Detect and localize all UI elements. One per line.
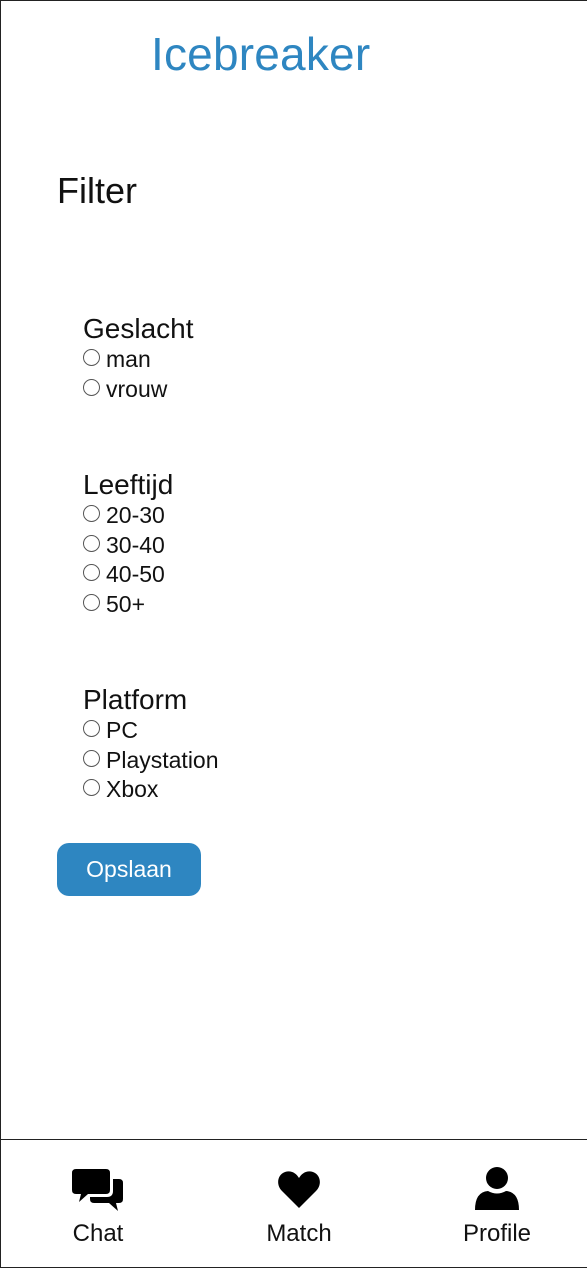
radio-label: 30-40 [106, 531, 165, 558]
radio-label: Playstation [106, 746, 219, 773]
filter-group-age: Leeftijd 20-30 30-40 40-50 50+ [83, 469, 173, 619]
nav-label-profile: Profile [462, 1220, 532, 1247]
bottom-nav: Chat Match Profile [1, 1139, 587, 1267]
page-title: Filter [57, 170, 137, 211]
radio-label: 50+ [106, 590, 146, 617]
radio-option-20-30[interactable]: 20-30 [83, 501, 173, 531]
radio-button[interactable] [83, 720, 100, 738]
radio-option-man[interactable]: man [83, 345, 194, 375]
radio-label: man [106, 346, 151, 373]
radio-option-50-plus[interactable]: 50+ [83, 590, 173, 620]
radio-option-playstation[interactable]: Playstation [83, 746, 219, 776]
radio-button[interactable] [83, 749, 100, 767]
radio-button[interactable] [83, 779, 100, 797]
app-frame: Icebreaker Filter Geslacht man vrouw Lee… [0, 0, 587, 1268]
radio-button[interactable] [83, 564, 100, 582]
radio-button[interactable] [83, 349, 100, 367]
user-icon [427, 1166, 567, 1214]
radio-label: 20-30 [106, 502, 165, 529]
radio-option-pc[interactable]: PC [83, 716, 219, 746]
nav-item-profile[interactable]: Profile [427, 1166, 567, 1246]
filter-group-gender: Geslacht man vrouw [83, 313, 194, 404]
filter-group-title: Platform [83, 684, 188, 715]
radio-button[interactable] [83, 534, 100, 552]
filter-group-title: Leeftijd [83, 469, 174, 500]
radio-button[interactable] [83, 593, 100, 611]
filter-group-title: Geslacht [83, 313, 194, 344]
radio-label: vrouw [106, 375, 168, 402]
nav-item-match[interactable]: Match [229, 1166, 369, 1246]
heart-icon [229, 1166, 369, 1214]
radio-option-xbox[interactable]: Xbox [83, 775, 219, 805]
radio-button[interactable] [83, 505, 100, 523]
nav-item-chat[interactable]: Chat [28, 1166, 168, 1246]
radio-label: 40-50 [106, 561, 165, 588]
nav-label-match: Match [266, 1220, 332, 1247]
radio-label: PC [106, 717, 138, 744]
nav-label-chat: Chat [72, 1220, 124, 1247]
save-button[interactable]: Opslaan [57, 843, 201, 896]
filter-group-platform: Platform PC Playstation Xbox [83, 684, 219, 805]
radio-label: Xbox [106, 776, 159, 803]
radio-option-vrouw[interactable]: vrouw [83, 375, 194, 405]
radio-option-30-40[interactable]: 30-40 [83, 531, 173, 561]
radio-button[interactable] [83, 378, 100, 396]
chat-icon [28, 1166, 168, 1214]
app-title: Icebreaker [151, 28, 371, 80]
radio-option-40-50[interactable]: 40-50 [83, 560, 173, 590]
